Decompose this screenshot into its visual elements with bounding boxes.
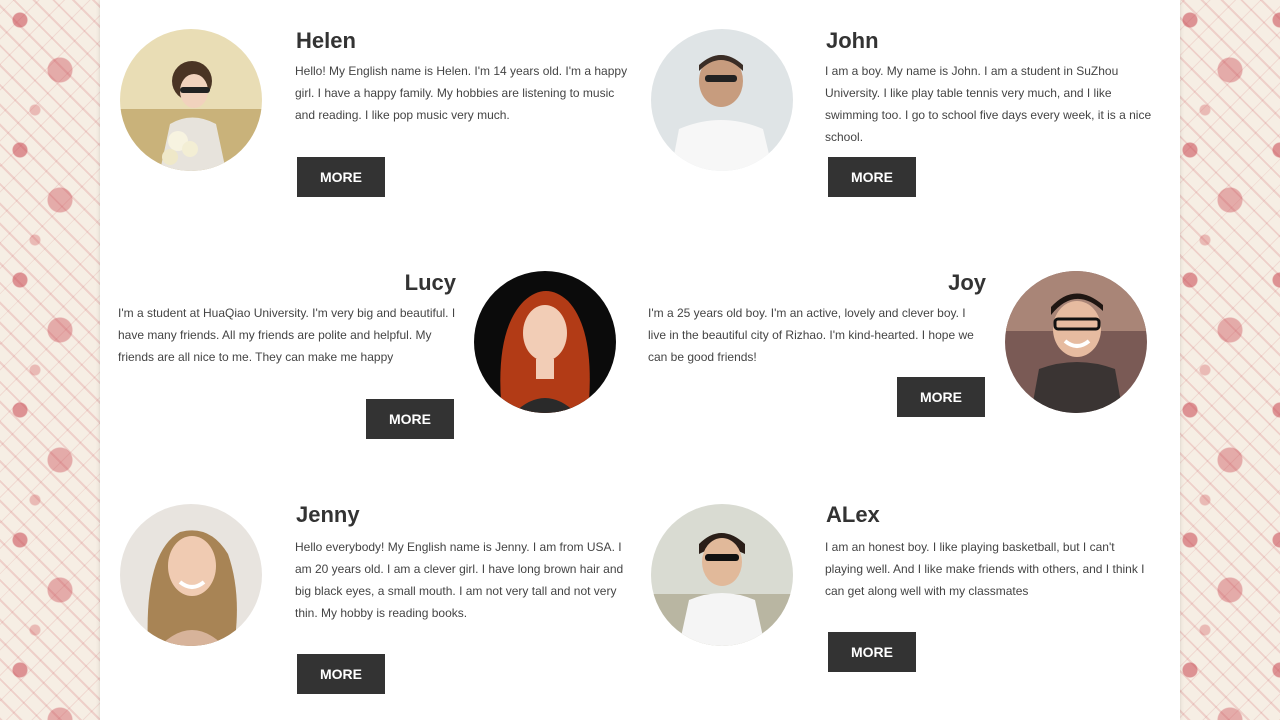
more-button-helen[interactable]: MORE [297,157,385,197]
profile-bio: I'm a student at HuaQiao University. I'm… [118,306,456,364]
profile-card-joy: Joy I'm a 25 years old boy. I'm an activ… [630,240,1170,460]
more-button-lucy[interactable]: MORE [366,399,454,439]
profile-name: Joy [948,270,986,295]
avatar-alex [651,504,793,646]
profile-bio: Hello everybody! My English name is Jenn… [295,540,624,620]
profile-bio: I'm a 25 years old boy. I'm an active, l… [648,306,974,364]
more-button-john[interactable]: MORE [828,157,916,197]
profile-card-jenny: Jenny Hello everybody! My English name i… [100,476,640,720]
profile-name: Lucy [404,270,456,295]
avatar-john [651,29,793,171]
avatar-joy [1005,271,1147,413]
more-button-joy[interactable]: MORE [897,377,985,417]
avatar-jenny [120,504,262,646]
profile-name: ALex [826,502,880,527]
page-content: Helen Hello! My English name is Helen. I… [100,0,1180,720]
profile-card-lucy: Lucy I'm a student at HuaQiao University… [100,240,640,460]
profile-name: John [826,28,879,53]
profile-card-john: John I am a boy. My name is John. I am a… [630,0,1170,220]
more-button-alex[interactable]: MORE [828,632,916,672]
more-button-jenny[interactable]: MORE [297,654,385,694]
profile-card-helen: Helen Hello! My English name is Helen. I… [100,0,640,220]
profile-card-alex: ALex I am an honest boy. I like playing … [630,476,1170,720]
profile-bio: Hello! My English name is Helen. I'm 14 … [295,64,628,122]
profile-bio: I am an honest boy. I like playing baske… [825,540,1145,598]
profile-name: Jenny [296,502,360,527]
avatar-lucy [474,271,616,413]
profile-bio: I am a boy. My name is John. I am a stud… [825,64,1152,144]
profile-name: Helen [296,28,356,53]
avatar-helen [120,29,262,171]
